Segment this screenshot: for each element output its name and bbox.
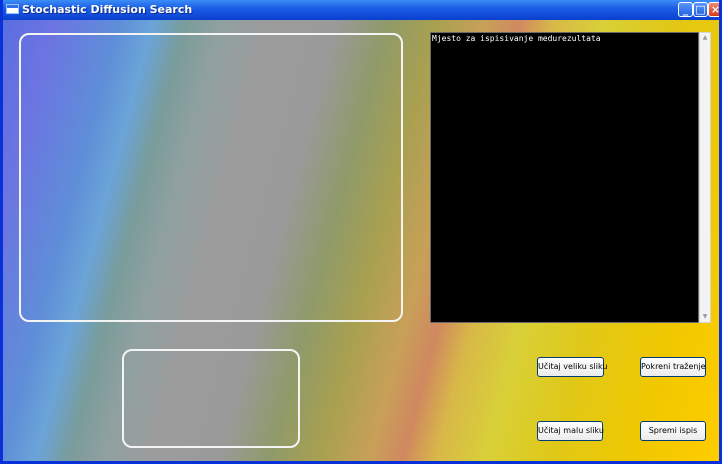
scroll-down-icon[interactable]: ▼ <box>700 312 710 322</box>
load-small-image-button[interactable]: Učitaj malu sliku <box>537 421 604 441</box>
output-console[interactable]: Mjesto za ispisivanje medurezultata <box>430 32 699 323</box>
app-window: Stochastic Diffusion Search _ □ × Mjesto… <box>0 0 722 464</box>
save-output-button[interactable]: Spremi ispis <box>640 421 706 441</box>
console-text: Mjesto za ispisivanje medurezultata <box>432 34 601 43</box>
start-search-button[interactable]: Pokreni traženje <box>640 357 706 377</box>
client-area: Mjesto za ispisivanje medurezultata ▲ ▼ … <box>3 20 719 461</box>
minimize-button[interactable]: _ <box>678 2 693 17</box>
maximize-button[interactable]: □ <box>693 2 708 17</box>
console-scrollbar[interactable]: ▲ ▼ <box>699 32 711 323</box>
close-button[interactable]: × <box>708 2 721 17</box>
large-image-frame <box>19 33 403 322</box>
window-title: Stochastic Diffusion Search <box>22 3 193 16</box>
load-large-image-button[interactable]: Učitaj veliku sliku <box>537 357 607 377</box>
small-image-frame <box>122 349 300 448</box>
window-icon <box>6 4 19 14</box>
scroll-up-icon[interactable]: ▲ <box>700 33 710 43</box>
minimize-icon: _ <box>682 3 689 16</box>
title-bar[interactable]: Stochastic Diffusion Search _ □ × <box>3 0 719 20</box>
close-icon: × <box>710 3 721 16</box>
maximize-icon: □ <box>695 3 706 16</box>
